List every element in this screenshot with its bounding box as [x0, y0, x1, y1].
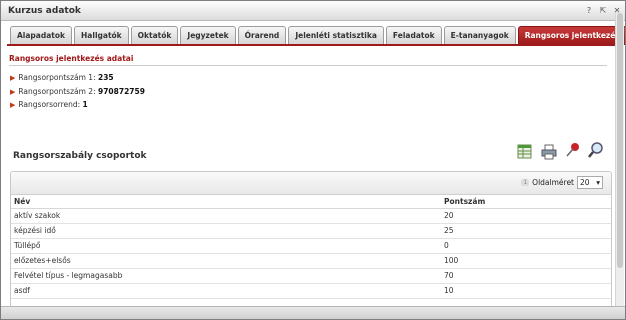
table-row[interactable]: aktív szakok 20 [11, 209, 611, 224]
grid-toolbar: 1 Oldalméret 20 ▾ [11, 172, 611, 195]
help-icon[interactable]: ? [583, 5, 595, 17]
cell-name: Tüllépő [14, 241, 41, 250]
cell-name: képzési idő [14, 226, 56, 235]
arrow-icon: ▶ [10, 88, 16, 96]
restore-icon[interactable]: ⇱ [597, 5, 609, 17]
table-row[interactable]: asdf 10 [11, 284, 611, 299]
arrow-icon: ▶ [10, 74, 16, 82]
pin-icon[interactable] [564, 141, 582, 159]
tab-6[interactable]: Feladatok [385, 26, 442, 45]
tab-underline [7, 44, 619, 46]
tab-5[interactable]: Jelenléti statisztika [288, 26, 384, 45]
section-divider [9, 65, 607, 66]
info-item-score1: ▶ Rangsorpontszám 1: 235 [10, 73, 114, 82]
cell-name: előzetes+elsős [14, 256, 71, 265]
cell-score: 0 [444, 241, 449, 250]
table-row[interactable]: képzési idő 25 [11, 224, 611, 239]
grid-body: aktív szakok 20 képzési idő 25 Tüllépő 0 előze… [11, 209, 611, 299]
tab-3[interactable]: Jegyzetek [180, 26, 236, 45]
cell-score: 25 [444, 226, 454, 235]
tab-2[interactable]: Oktatók [130, 26, 179, 45]
tab-0[interactable]: Alapadatok [10, 26, 73, 45]
tab-7[interactable]: E-tananyagok [443, 26, 516, 45]
window-title: Kurzus adatok [8, 5, 81, 16]
group-title: Rangsorszabály csoportok [13, 151, 147, 161]
column-header-score[interactable]: Pontszám [444, 196, 611, 208]
tab-8[interactable]: Rangsoros jelentkezés [517, 26, 625, 45]
tab-1[interactable]: Hallgatók [74, 26, 129, 45]
cell-score: 10 [444, 286, 454, 295]
cell-score: 100 [444, 256, 459, 265]
grid-header: Név Pontszám [11, 195, 611, 209]
table-row[interactable]: Felvétel típus - legmagasabb 70 [11, 269, 611, 284]
page-size-select[interactable]: 20 ▾ [577, 176, 603, 189]
search-icon[interactable] [587, 141, 605, 159]
section-heading: Rangsoros jelentkezés adatai [9, 54, 134, 63]
info-item-order: ▶ Rangsorsorrend: 1 [10, 100, 88, 109]
course-data-window: Kurzus adatok ? ⇱ ✕ Alapadatok Hallgatók O… [0, 0, 626, 320]
page-indicator[interactable]: 1 [521, 179, 530, 186]
window-bottom-bar [1, 306, 625, 319]
window-scrollbar[interactable] [615, 13, 624, 313]
cell-name: asdf [14, 286, 30, 295]
tab-bar: Alapadatok Hallgatók Oktatók Jegyzetek Órare… [10, 26, 625, 45]
cell-score: 20 [444, 211, 454, 220]
table-row[interactable]: előzetes+elsős 100 [11, 254, 611, 269]
cell-score: 70 [444, 271, 454, 280]
column-header-name[interactable]: Név [11, 196, 444, 208]
arrow-icon: ▶ [10, 101, 16, 109]
scrollbar-thumb[interactable] [617, 13, 623, 268]
tab-4[interactable]: Órarend [237, 26, 287, 45]
page-size-label: Oldalméret [532, 178, 574, 187]
chevron-down-icon: ▾ [596, 178, 600, 187]
info-item-score2: ▶ Rangsorpontszám 2: 970872759 [10, 87, 145, 96]
table-row[interactable]: Tüllépő 0 [11, 239, 611, 254]
pager: 1 Oldalméret 20 ▾ [521, 176, 603, 189]
rules-grid: 1 Oldalméret 20 ▾ Név Pontszám aktív szak… [10, 171, 612, 313]
cell-name: aktív szakok [14, 211, 61, 220]
window-titlebar: Kurzus adatok ? ⇱ ✕ [1, 1, 625, 21]
excel-export-icon[interactable] [516, 142, 534, 160]
cell-name: Felvétel típus - legmagasabb [14, 271, 123, 280]
print-icon[interactable] [540, 143, 558, 161]
